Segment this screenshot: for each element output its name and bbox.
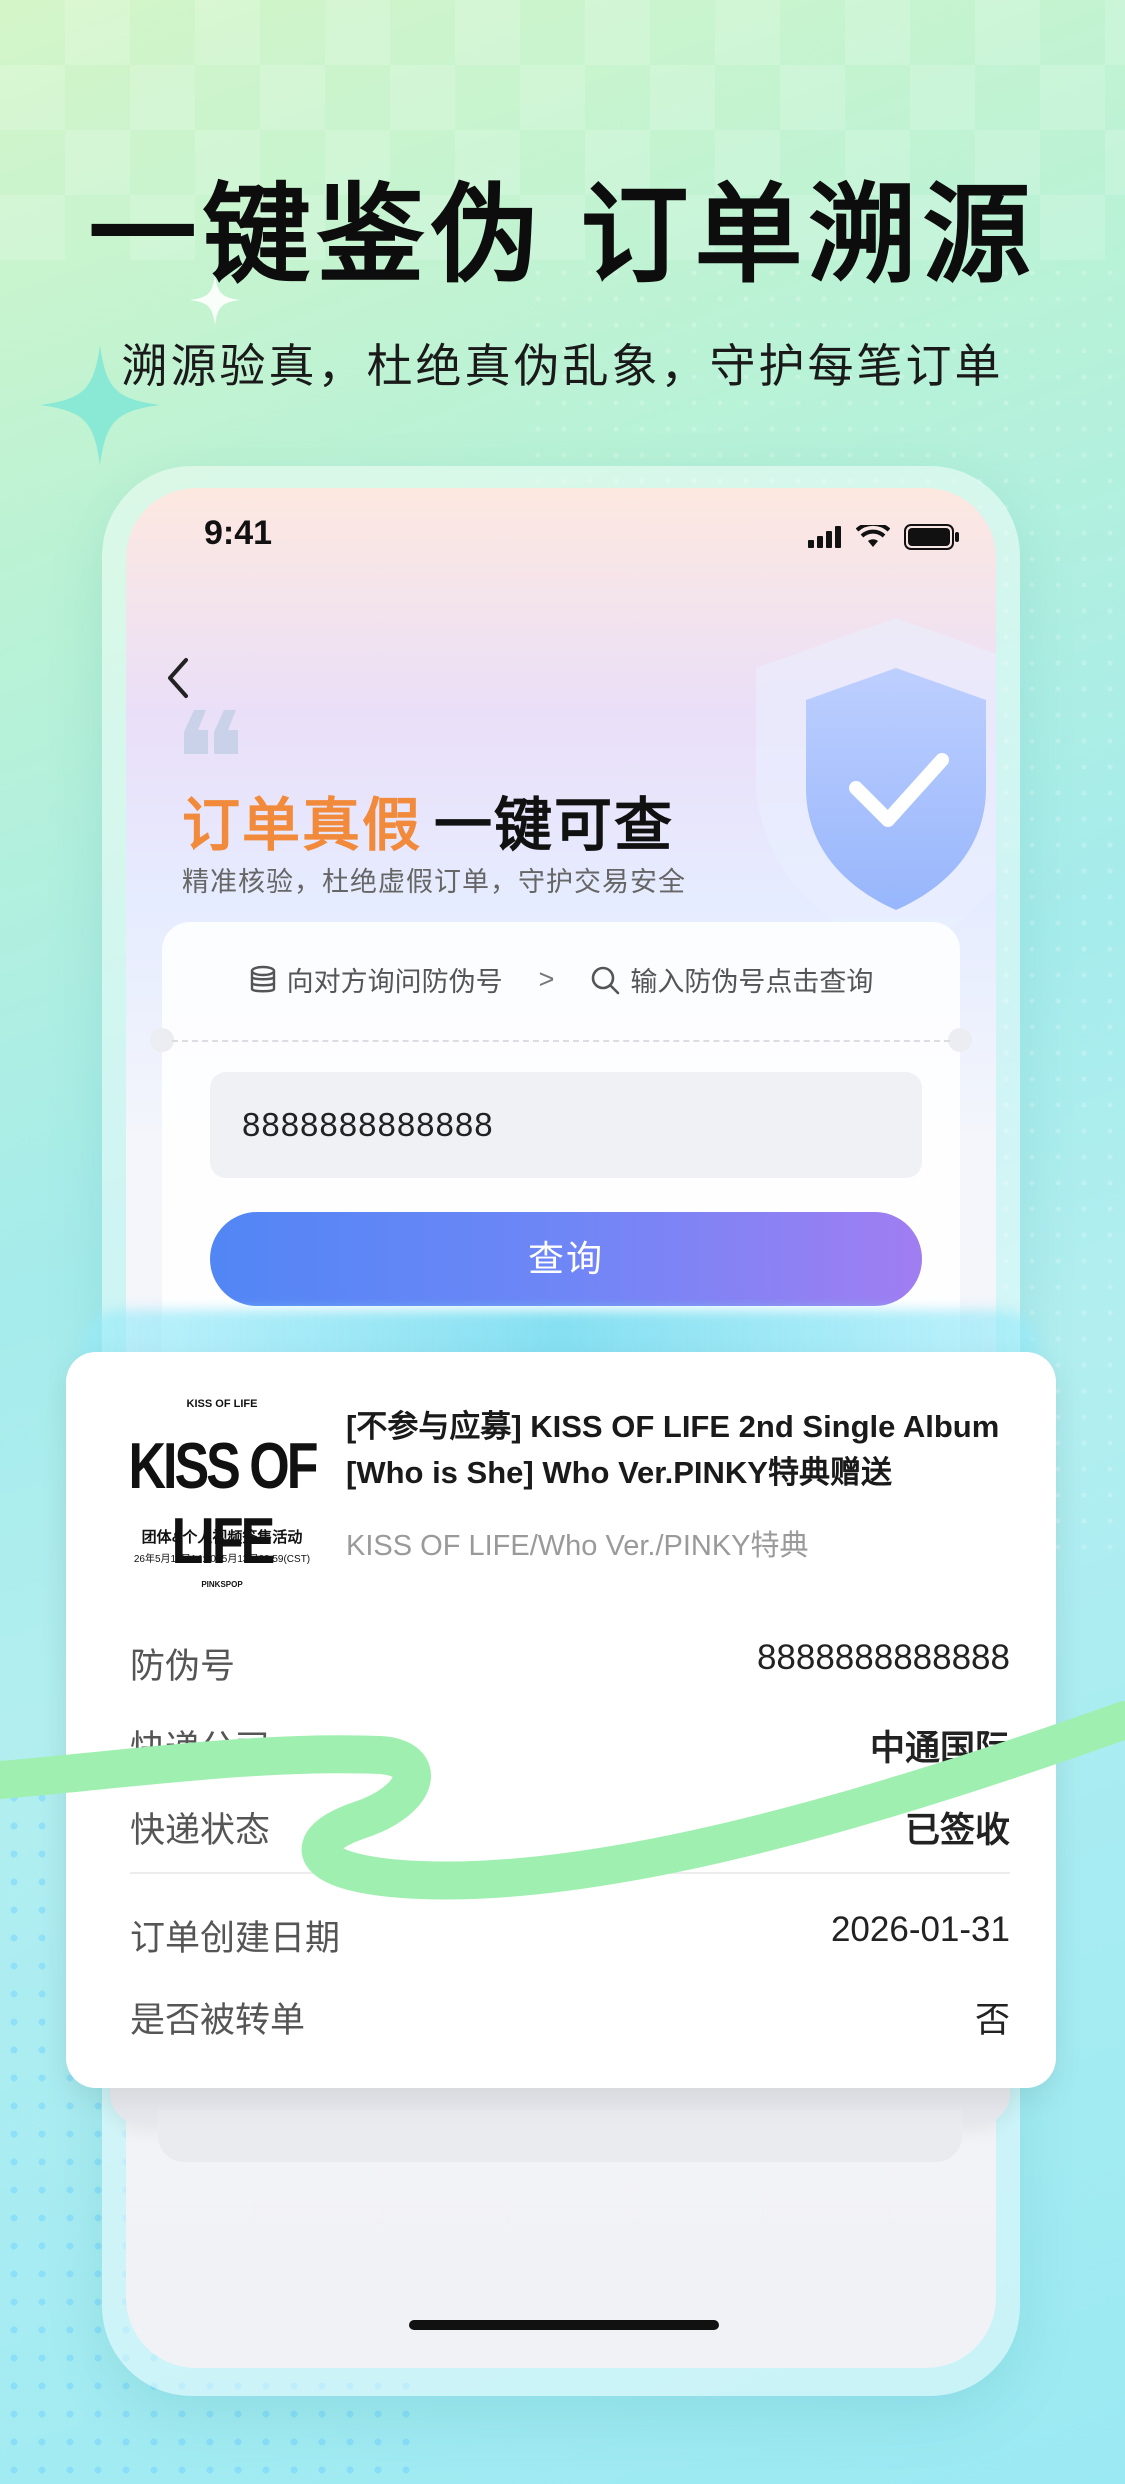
database-icon	[250, 965, 275, 992]
album-cover: KISS OF LIFE KISS OF LIFE 团体&个人视频签售活动 26…	[122, 1398, 322, 1598]
detail-value: 中通国际	[869, 1729, 1010, 1768]
shield-check-icon	[756, 618, 996, 958]
detail-label: 快递公司	[130, 1729, 271, 1768]
step-search-label: 输入防伪号点击查询	[630, 967, 874, 997]
banner-subline: 溯源验真，杜绝真伪乱象，守护每笔订单	[121, 340, 1004, 392]
detail-label: 订单创建日期	[130, 1919, 341, 1958]
album-top-text: KISS OF LIFE	[186, 1398, 258, 1410]
detail-row: 快递状态 已签收	[130, 1802, 1010, 1852]
detail-row: 快递公司 中通国际	[130, 1720, 1010, 1770]
promo-title-rest: 一键可查	[434, 793, 675, 858]
ticket-notch-left	[150, 1028, 174, 1052]
detail-value: 已签收	[904, 1811, 1010, 1850]
row-divider	[130, 1872, 1010, 1874]
quote-icon	[184, 710, 238, 754]
detail-value: 8888888888888	[756, 1638, 1010, 1677]
detail-row: 是否被转单 否	[130, 1992, 1010, 2042]
step-ask-label: 向对方询问防伪号	[286, 967, 503, 997]
anti-fake-code-input[interactable]	[210, 1072, 922, 1178]
album-event-text: 团体&个人视频签售活动	[141, 1529, 303, 1546]
album-date-text: 26年5月11日14:00~5月13日22:59(CST)	[133, 1554, 311, 1565]
result-card: KISS OF LIFE KISS OF LIFE 团体&个人视频签售活动 26…	[66, 1352, 1056, 2088]
signal-icon	[808, 526, 841, 548]
detail-row: 订单创建日期 2026-01-31	[130, 1910, 1010, 1960]
card-stack-shadow-2	[158, 2110, 962, 2162]
back-chevron-icon[interactable]	[158, 648, 198, 708]
home-indicator	[409, 2320, 719, 2330]
detail-value: 2026-01-31	[830, 1910, 1010, 1949]
promo-title-accent: 订单真假	[182, 793, 423, 858]
search-icon	[592, 966, 620, 994]
dashed-divider	[172, 1040, 950, 1042]
battery-icon	[904, 524, 959, 550]
product-title: [不参与应募] KISS OF LIFE 2nd Single Album [W…	[346, 1409, 1000, 1490]
ticket-notch-right	[948, 1028, 972, 1052]
promo-subtitle: 精准核验，杜绝虚假订单，守护交易安全	[182, 867, 686, 897]
detail-label: 是否被转单	[130, 2001, 306, 2040]
step-ask: 向对方询问防伪号	[249, 960, 503, 999]
detail-label: 防伪号	[130, 1647, 236, 1686]
product-variant: KISS OF LIFE/Who Ver./PINKY特典	[346, 1530, 809, 1562]
step-search: 输入防伪号点击查询	[590, 960, 873, 999]
banner-headline: 一键鉴伪 订单溯源	[88, 174, 1037, 295]
promo-title: 订单真假 一键可查	[182, 778, 674, 862]
query-button[interactable]: 查询	[210, 1212, 922, 1306]
album-brand-text: PINKSPOP	[201, 1580, 243, 1589]
status-icons	[808, 524, 960, 550]
detail-label: 快递状态	[130, 1811, 271, 1850]
detail-row: 防伪号 8888888888888	[130, 1638, 1010, 1688]
wifi-icon	[856, 525, 890, 547]
query-steps: 向对方询问防伪号 > 输入防伪号点击查询	[162, 960, 960, 999]
status-time: 9:41	[204, 514, 273, 552]
step-arrow: >	[538, 964, 555, 994]
detail-value: 否	[974, 2001, 1010, 2040]
